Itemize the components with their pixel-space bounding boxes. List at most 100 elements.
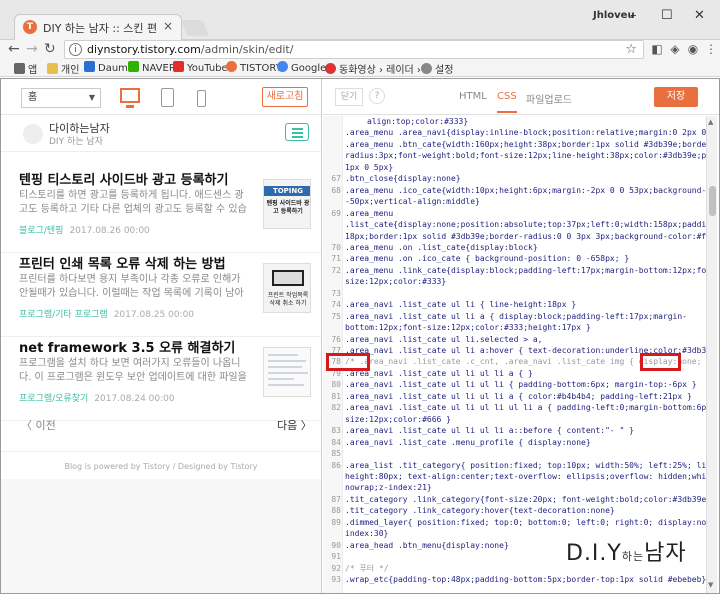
code-line[interactable]: height:80px; text-align:center;text-over… bbox=[323, 471, 706, 482]
bookmark-tistory[interactable]: TISTORY bbox=[226, 61, 282, 74]
code-line[interactable]: 82 .area_navi .list_cate ul li ul li ul l… bbox=[323, 402, 706, 413]
code-line[interactable]: 71 .area_menu .on .ico_cate { background-… bbox=[323, 253, 706, 264]
scroll-down-icon[interactable]: ▼ bbox=[708, 581, 713, 589]
close-window-button[interactable]: ✕ bbox=[694, 8, 705, 23]
next-page-link[interactable]: 다음 〉 bbox=[277, 417, 312, 433]
info-icon[interactable]: i bbox=[69, 43, 82, 56]
bookmark-google[interactable]: Google bbox=[277, 61, 326, 74]
code-line[interactable]: 69 .area_menu bbox=[323, 208, 706, 219]
code-line[interactable]: 93 .wrap_etc{padding-top:48px;padding-bot… bbox=[323, 574, 706, 585]
bookmark-radar[interactable]: 동화영상 › 레이더 › bbox=[325, 61, 421, 76]
scroll-thumb[interactable] bbox=[709, 186, 716, 216]
bookmark-youtube[interactable]: YouTube bbox=[173, 61, 228, 74]
post-category[interactable]: 프로그램/오류찾기 bbox=[19, 394, 88, 404]
forward-arrow-icon[interactable]: → bbox=[26, 41, 38, 57]
blog-logo[interactable] bbox=[23, 124, 43, 144]
post-thumbnail[interactable]: 프린트 작업목록 삭제 취소 하기 bbox=[263, 263, 311, 313]
code-line[interactable]: 68 .area_menu .ico_cate{width:10px;height… bbox=[323, 185, 706, 196]
url-text[interactable]: diynstory.tistory.com/admin/skin/edit/ bbox=[87, 43, 293, 56]
code-line[interactable]: 87 .tit_category .link_category{font-size… bbox=[323, 494, 706, 505]
code-line[interactable]: 88 .tit_category .link_category:hover{tex… bbox=[323, 505, 706, 516]
code-line[interactable]: 18px;border:1px solid #3db39e;border-rad… bbox=[323, 231, 706, 242]
code-toolbar: 닫기 ? HTML CSS 파일업로드 저장 bbox=[323, 79, 719, 115]
post-thumbnail[interactable]: TOPING 텐핑 사이드바 광고 등록하기 bbox=[263, 179, 311, 229]
tab-file-upload[interactable]: 파일업로드 bbox=[526, 91, 572, 106]
code-line[interactable]: 85 bbox=[323, 448, 706, 459]
minimize-button[interactable]: – bbox=[630, 8, 637, 23]
post-thumbnail[interactable] bbox=[263, 347, 311, 397]
code-line[interactable]: radius:3px;font-weight:bold;font-size:12… bbox=[323, 150, 706, 161]
code-text: .area_navi .list_cate .menu_profile { di… bbox=[345, 437, 591, 447]
close-button[interactable]: 닫기 bbox=[335, 88, 363, 106]
bookmark-daum[interactable]: Daum bbox=[84, 61, 128, 74]
scroll-up-icon[interactable]: ▲ bbox=[708, 118, 713, 126]
bookmark-personal[interactable]: 개인 bbox=[47, 61, 79, 76]
bookmark-settings[interactable]: 설정 bbox=[421, 61, 453, 76]
code-line[interactable]: 76 .area_navi .list_cate ul li.selected >… bbox=[323, 334, 706, 345]
browser-tab[interactable]: T DIY 하는 남자 :: 스킨 편 × bbox=[14, 14, 182, 40]
prev-page-link[interactable]: 〈 이전 bbox=[21, 417, 56, 433]
new-tab-button[interactable] bbox=[181, 20, 209, 36]
bookmark-star-icon[interactable]: ☆ bbox=[625, 42, 637, 57]
post-title[interactable]: net framework 3.5 오류 해결하기 bbox=[19, 337, 235, 356]
bookmark-apps[interactable]: 앱 bbox=[14, 61, 37, 76]
code-line[interactable]: 67 .btn_close{display:none} bbox=[323, 173, 706, 184]
mobile-view-icon[interactable] bbox=[197, 90, 206, 107]
list-item[interactable]: 텐핑 티스토리 사이드바 광고 등록하기 티스토리를 하면 광고를 등록하게 됩… bbox=[1, 165, 321, 253]
code-line[interactable]: 89 .dimmed_layer{ position:fixed; top:0; … bbox=[323, 517, 706, 528]
blog-subtitle: DIY 하는 남자 bbox=[49, 137, 103, 147]
code-line[interactable]: 84 .area_navi .list_cate .menu_profile { … bbox=[323, 437, 706, 448]
code-line[interactable]: 75 .area_navi .list_cate ul li a { displa… bbox=[323, 311, 706, 322]
code-line[interactable]: size:12px;color:#333} bbox=[323, 276, 706, 287]
code-line[interactable]: bottom:12px;font-size:12px;color:#333;he… bbox=[323, 322, 706, 333]
code-line[interactable]: 70 .area_menu .on .list_cate{display:bloc… bbox=[323, 242, 706, 253]
code-line[interactable]: 86 .area_list .tit_category{ position:fix… bbox=[323, 460, 706, 471]
back-arrow-icon[interactable]: ← bbox=[8, 41, 20, 57]
save-button[interactable]: 저장 bbox=[654, 87, 698, 107]
preview-blank-area bbox=[1, 479, 321, 593]
apps-grid-icon bbox=[14, 63, 25, 74]
post-category[interactable]: 블로그/텐핑 bbox=[19, 226, 63, 236]
tablet-view-icon[interactable] bbox=[161, 88, 174, 107]
line-number: 74 bbox=[331, 300, 341, 310]
refresh-button[interactable]: 새로고침 bbox=[262, 87, 308, 107]
post-category[interactable]: 프로그램/기타 프로그램 bbox=[19, 310, 108, 320]
code-line[interactable]: size:12px;color:#666 } bbox=[323, 414, 706, 425]
tab-html[interactable]: HTML bbox=[459, 91, 487, 102]
extension-icon[interactable]: ◧ bbox=[650, 42, 664, 56]
help-icon[interactable]: ? bbox=[369, 88, 385, 104]
code-scrollbar[interactable]: ▲ ▼ bbox=[706, 116, 717, 593]
pc-view-icon[interactable] bbox=[120, 88, 140, 108]
code-text: .area_head .btn_menu{display:none} bbox=[345, 540, 509, 550]
extension-icon[interactable]: ◈ bbox=[668, 42, 682, 56]
list-item[interactable]: net framework 3.5 오류 해결하기 프로그램을 설치 하다 보면… bbox=[1, 333, 321, 421]
code-line[interactable]: 1px 0 5px} bbox=[323, 162, 706, 173]
address-bar[interactable]: i diynstory.tistory.com/admin/skin/edit/… bbox=[64, 40, 644, 59]
code-line[interactable]: 72 .area_menu .link_cate{display:block;pa… bbox=[323, 265, 706, 276]
bookmark-naver[interactable]: NAVER bbox=[128, 61, 176, 74]
code-line[interactable]: 81 .area_navi .list_cate ul li ul li a { … bbox=[323, 391, 706, 402]
line-number: 86 bbox=[331, 460, 341, 470]
code-line[interactable]: align:top;color:#333} bbox=[323, 116, 706, 127]
reload-icon[interactable]: ↻ bbox=[44, 41, 56, 57]
list-item[interactable]: 프린터 인쇄 목록 오류 삭제 하는 방법 프린터를 하다보면 용지 부족이나 … bbox=[1, 249, 321, 337]
code-line[interactable]: 83 .area_navi .list_cate ul li ul li a::b… bbox=[323, 425, 706, 436]
code-line[interactable]: .area_menu .btn_cate{width:160px;height:… bbox=[323, 139, 706, 150]
post-title[interactable]: 텐핑 티스토리 사이드바 광고 등록하기 bbox=[19, 169, 228, 188]
post-title[interactable]: 프린터 인쇄 목록 오류 삭제 하는 방법 bbox=[19, 253, 226, 272]
code-line[interactable]: nowrap;z-index:21} bbox=[323, 482, 706, 493]
tab-close-icon[interactable]: × bbox=[163, 19, 173, 33]
code-line[interactable]: -50px;vertical-align:middle} bbox=[323, 196, 706, 207]
extension-icon[interactable]: ◉ bbox=[686, 42, 700, 56]
code-line[interactable]: .list_cate{display:none;position:absolut… bbox=[323, 219, 706, 230]
code-line[interactable]: 80 .area_navi .list_cate ul li ul li { pa… bbox=[323, 379, 706, 390]
code-line[interactable]: .area_menu .area_navi{display:inline-blo… bbox=[323, 127, 706, 138]
page-select[interactable]: 홈 ▼ bbox=[21, 88, 101, 108]
tab-css[interactable]: CSS bbox=[497, 91, 517, 113]
hamburger-menu-icon[interactable] bbox=[285, 123, 309, 141]
profile-name[interactable]: Jhloveu bbox=[593, 10, 635, 21]
menu-dots-icon[interactable]: ⋮ bbox=[704, 42, 718, 56]
maximize-button[interactable]: ☐ bbox=[661, 8, 673, 23]
code-line[interactable]: 73 bbox=[323, 288, 706, 299]
code-line[interactable]: 74 .area_navi .list_cate ul li { line-hei… bbox=[323, 299, 706, 310]
